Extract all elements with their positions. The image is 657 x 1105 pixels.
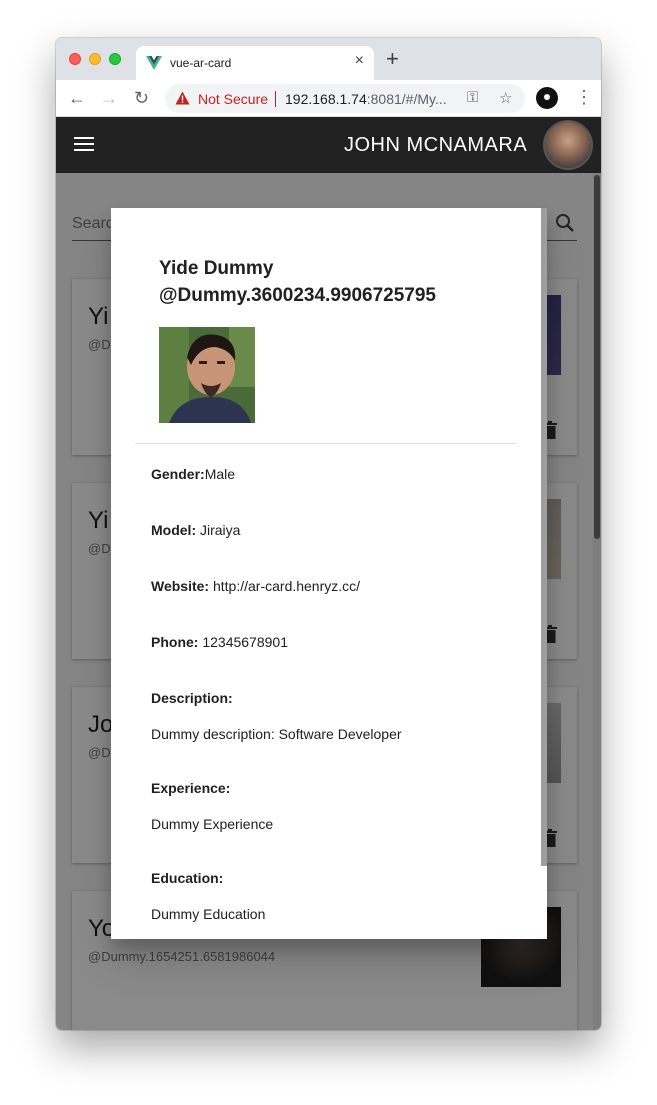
page-scrollbar-thumb[interactable] xyxy=(594,175,600,539)
gender-label: Gender: xyxy=(151,466,205,482)
tab-title: vue-ar-card xyxy=(170,56,232,70)
url-text: 192.168.1.74:8081/#/My... xyxy=(285,91,447,107)
page-viewport: JOHN MCNAMARA Search Yi @Du Yi @Du Jo @D… xyxy=(56,117,601,1030)
user-name: JOHN MCNAMARA xyxy=(344,134,528,156)
back-icon[interactable]: ← xyxy=(68,88,86,108)
browser-toolbar: ← → ↻ Not Secure 192.168.1.74:8081/#/My.… xyxy=(56,80,601,117)
warning-icon xyxy=(175,91,190,105)
url-host: 192.168.1.74 xyxy=(285,91,367,107)
website-field: Website: http://ar-card.henryz.cc/ xyxy=(151,578,360,594)
dialog-scrollbar[interactable] xyxy=(541,208,547,866)
minimize-window-button[interactable] xyxy=(89,53,101,65)
browser-tab[interactable]: vue-ar-card × xyxy=(136,46,374,80)
gender-value: Male xyxy=(204,466,236,482)
phone-value: 12345678901 xyxy=(202,634,288,650)
close-tab-icon[interactable]: × xyxy=(355,52,364,70)
dialog-handle: @Dummy.3600234.9906725795 xyxy=(159,285,436,306)
new-tab-button[interactable]: + xyxy=(386,48,399,70)
bookmark-star-icon[interactable]: ☆ xyxy=(499,89,512,107)
extension-icon[interactable]: ✺ xyxy=(536,87,558,109)
hamburger-menu-icon[interactable] xyxy=(74,137,94,151)
description-label: Description: xyxy=(151,690,233,706)
close-window-button[interactable] xyxy=(69,53,81,65)
zoom-window-button[interactable] xyxy=(109,53,121,65)
description-heading: Description: xyxy=(151,690,233,706)
education-heading: Education: xyxy=(151,870,224,886)
forward-icon[interactable]: → xyxy=(100,88,118,108)
experience-heading: Experience: xyxy=(151,780,231,796)
vue-logo-icon xyxy=(146,56,162,70)
address-bar[interactable]: Not Secure 192.168.1.74:8081/#/My... ⚿ ☆ xyxy=(165,84,525,113)
website-label: Website: xyxy=(151,578,210,594)
tab-bar: vue-ar-card × + xyxy=(56,38,601,80)
key-icon[interactable]: ⚿ xyxy=(467,89,478,106)
address-separator xyxy=(275,91,276,107)
reload-icon[interactable]: ↻ xyxy=(134,88,149,108)
education-label: Education: xyxy=(151,870,223,886)
phone-label: Phone: xyxy=(151,634,199,650)
gender-field: Gender:Male xyxy=(151,466,235,482)
phone-field: Phone: 12345678901 xyxy=(151,634,288,650)
website-link[interactable]: http://ar-card.henryz.cc/ xyxy=(213,578,360,594)
model-value: Jiraiya xyxy=(200,522,241,538)
experience-label: Experience: xyxy=(151,780,230,796)
experience-value: Dummy Experience xyxy=(151,816,274,832)
browser-menu-icon[interactable]: ⋮ xyxy=(575,87,593,107)
url-path: :8081/#/My... xyxy=(366,91,447,107)
model-field: Model: Jiraiya xyxy=(151,522,240,538)
contact-detail-dialog: Yide Dummy @Dummy.3600234.9906725795 Gen… xyxy=(111,208,547,939)
description-value: Dummy description: Software Developer xyxy=(151,726,402,742)
security-label: Not Secure xyxy=(198,91,269,107)
browser-window: vue-ar-card × + ← → ↻ Not Secure 192.168… xyxy=(56,38,601,1030)
dialog-name: Yide Dummy xyxy=(159,258,274,279)
app-bar: JOHN MCNAMARA xyxy=(56,117,601,173)
profile-photo xyxy=(159,327,255,423)
model-label: Model: xyxy=(151,522,197,538)
user-avatar[interactable] xyxy=(543,120,593,170)
education-value: Dummy Education xyxy=(151,906,266,922)
dialog-divider xyxy=(135,443,517,444)
